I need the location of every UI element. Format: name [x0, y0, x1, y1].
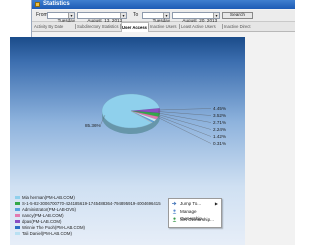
- to-day-dropdown[interactable]: Tuesday ▾: [142, 12, 170, 23]
- tab-separator: [148, 24, 149, 29]
- legend-swatch: [15, 196, 20, 200]
- slice-label: 0.31%: [213, 141, 226, 146]
- submenu-arrow-icon: ▶: [214, 201, 218, 206]
- chevron-down-icon[interactable]: ▾: [68, 13, 74, 18]
- legend-item: dpas(PM-LAB.COM): [15, 219, 61, 224]
- legend-item: Mia herman(PM-LAB.COM): [15, 195, 75, 200]
- statistics-app-icon: [35, 2, 40, 7]
- legend-label: Mia herman(PM-LAB.COM): [22, 195, 75, 200]
- set-ownership-icon: [172, 217, 177, 222]
- legend-label: S-1-5-82-3006700770-424185619-1745488364…: [22, 201, 161, 206]
- legend-label: Tali Daniel(PM-LAB.COM): [22, 231, 72, 236]
- menu-item-jump-to[interactable]: Jump To... ▶: [169, 200, 221, 207]
- search-button[interactable]: Search: [222, 12, 253, 19]
- date-filter-bar: From Tuesday ▾ August 13, 2013 ▾ To Tues…: [32, 10, 295, 23]
- tab-user-access[interactable]: User Access: [121, 22, 149, 32]
- slice-label: 1.42%: [213, 134, 226, 139]
- tab-separator: [222, 24, 223, 29]
- legend-item: S-1-5-82-3006700770-424185619-1745488364…: [15, 201, 161, 206]
- to-label: To: [133, 12, 139, 18]
- legend-label: dpas(PM-LAB.COM): [22, 219, 62, 224]
- tab-separator: [75, 24, 76, 29]
- context-menu: Jump To... ▶ Manage Ownership... Set Own…: [168, 198, 222, 228]
- menu-item-set-ownership[interactable]: Set Ownership...: [169, 216, 221, 223]
- slice-label: 2.24%: [213, 127, 226, 132]
- set-ownership-label: Set Ownership...: [180, 217, 214, 222]
- legend-label: Administrator(PM-LAB-DV5): [22, 207, 76, 212]
- tab-separator: [179, 24, 180, 29]
- chevron-down-icon[interactable]: ▾: [163, 13, 169, 18]
- tab-activity-by-date[interactable]: Activity By Date: [34, 23, 74, 30]
- legend-label: Winnie The Pooh(PM-LAB.COM): [22, 225, 85, 230]
- legend-swatch: [15, 208, 20, 212]
- from-date-picker[interactable]: August 13, 2013 ▾: [77, 12, 127, 23]
- legend-item: Tali Daniel(PM-LAB.COM): [15, 231, 72, 236]
- slice-label: 3.52%: [213, 113, 226, 118]
- legend-swatch: [15, 220, 20, 224]
- chart-legend: Mia herman(PM-LAB.COM) S-1-5-82-300670077…: [15, 195, 161, 240]
- slice-label: 4.45%: [213, 106, 226, 111]
- to-date-picker[interactable]: August 20, 2013 ▾: [172, 12, 220, 23]
- report-tabs: Activity By Date Subdirectory Statistics…: [32, 22, 295, 32]
- label-leader-line: [157, 117, 212, 144]
- menu-item-manage-ownership[interactable]: Manage Ownership...: [169, 208, 221, 221]
- legend-swatch: [15, 226, 20, 230]
- ownership-icon: [172, 209, 177, 214]
- tab-subdirectory-statistics[interactable]: Subdirectory Statistics: [77, 23, 119, 30]
- legend-item: Administrator(PM-LAB-DV5): [15, 207, 76, 212]
- slice-label: 85.36%: [85, 123, 101, 128]
- window-title: Statistics: [43, 1, 70, 7]
- label-leader-line: [157, 108, 212, 111]
- tab-inactive-users[interactable]: Inactive Users: [150, 23, 178, 30]
- legend-swatch: [15, 214, 20, 218]
- from-day-dropdown[interactable]: Tuesday ▾: [47, 12, 75, 23]
- label-leader-line: [157, 111, 212, 116]
- chevron-down-icon[interactable]: ▾: [120, 13, 126, 18]
- legend-swatch: [15, 232, 20, 236]
- legend-label: nancy(PM-LAB.COM): [22, 213, 64, 218]
- legend-item: nancy(PM-LAB.COM): [15, 213, 64, 218]
- label-leader-line: [157, 112, 212, 123]
- chevron-down-icon[interactable]: ▾: [213, 13, 219, 18]
- label-leader-line: [157, 115, 212, 137]
- slice-label: 2.71%: [213, 120, 226, 125]
- legend-swatch: [15, 202, 20, 206]
- tab-least-active-users[interactable]: Least Active Users: [181, 23, 221, 30]
- legend-item: Winnie The Pooh(PM-LAB.COM): [15, 225, 85, 230]
- jump-icon: [172, 201, 177, 206]
- title-bar[interactable]: Statistics: [32, 0, 295, 9]
- from-label: From: [36, 12, 48, 18]
- label-leader-line: [157, 114, 212, 130]
- jump-to-label: Jump To...: [180, 201, 202, 206]
- tab-inactive-direct[interactable]: Inactive Direct: [224, 23, 258, 30]
